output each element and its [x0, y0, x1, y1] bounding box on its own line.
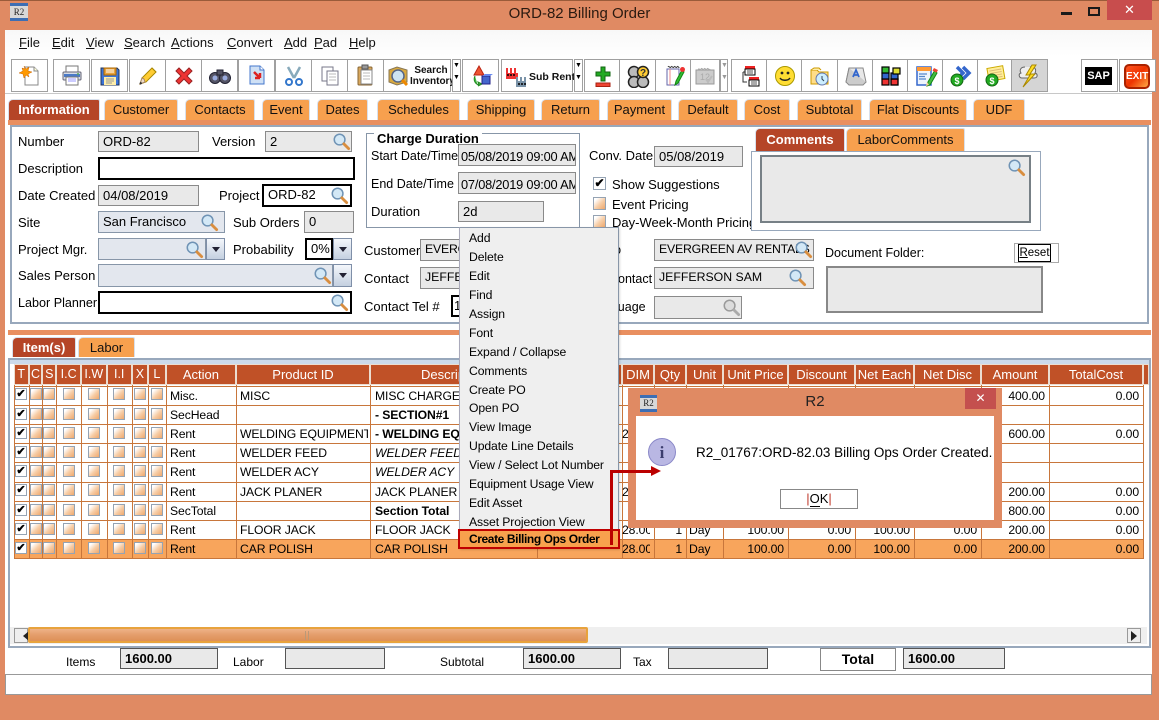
svg-text:?: ? — [639, 68, 645, 79]
svg-text:$: $ — [989, 76, 994, 86]
svg-text:$: $ — [954, 76, 959, 86]
